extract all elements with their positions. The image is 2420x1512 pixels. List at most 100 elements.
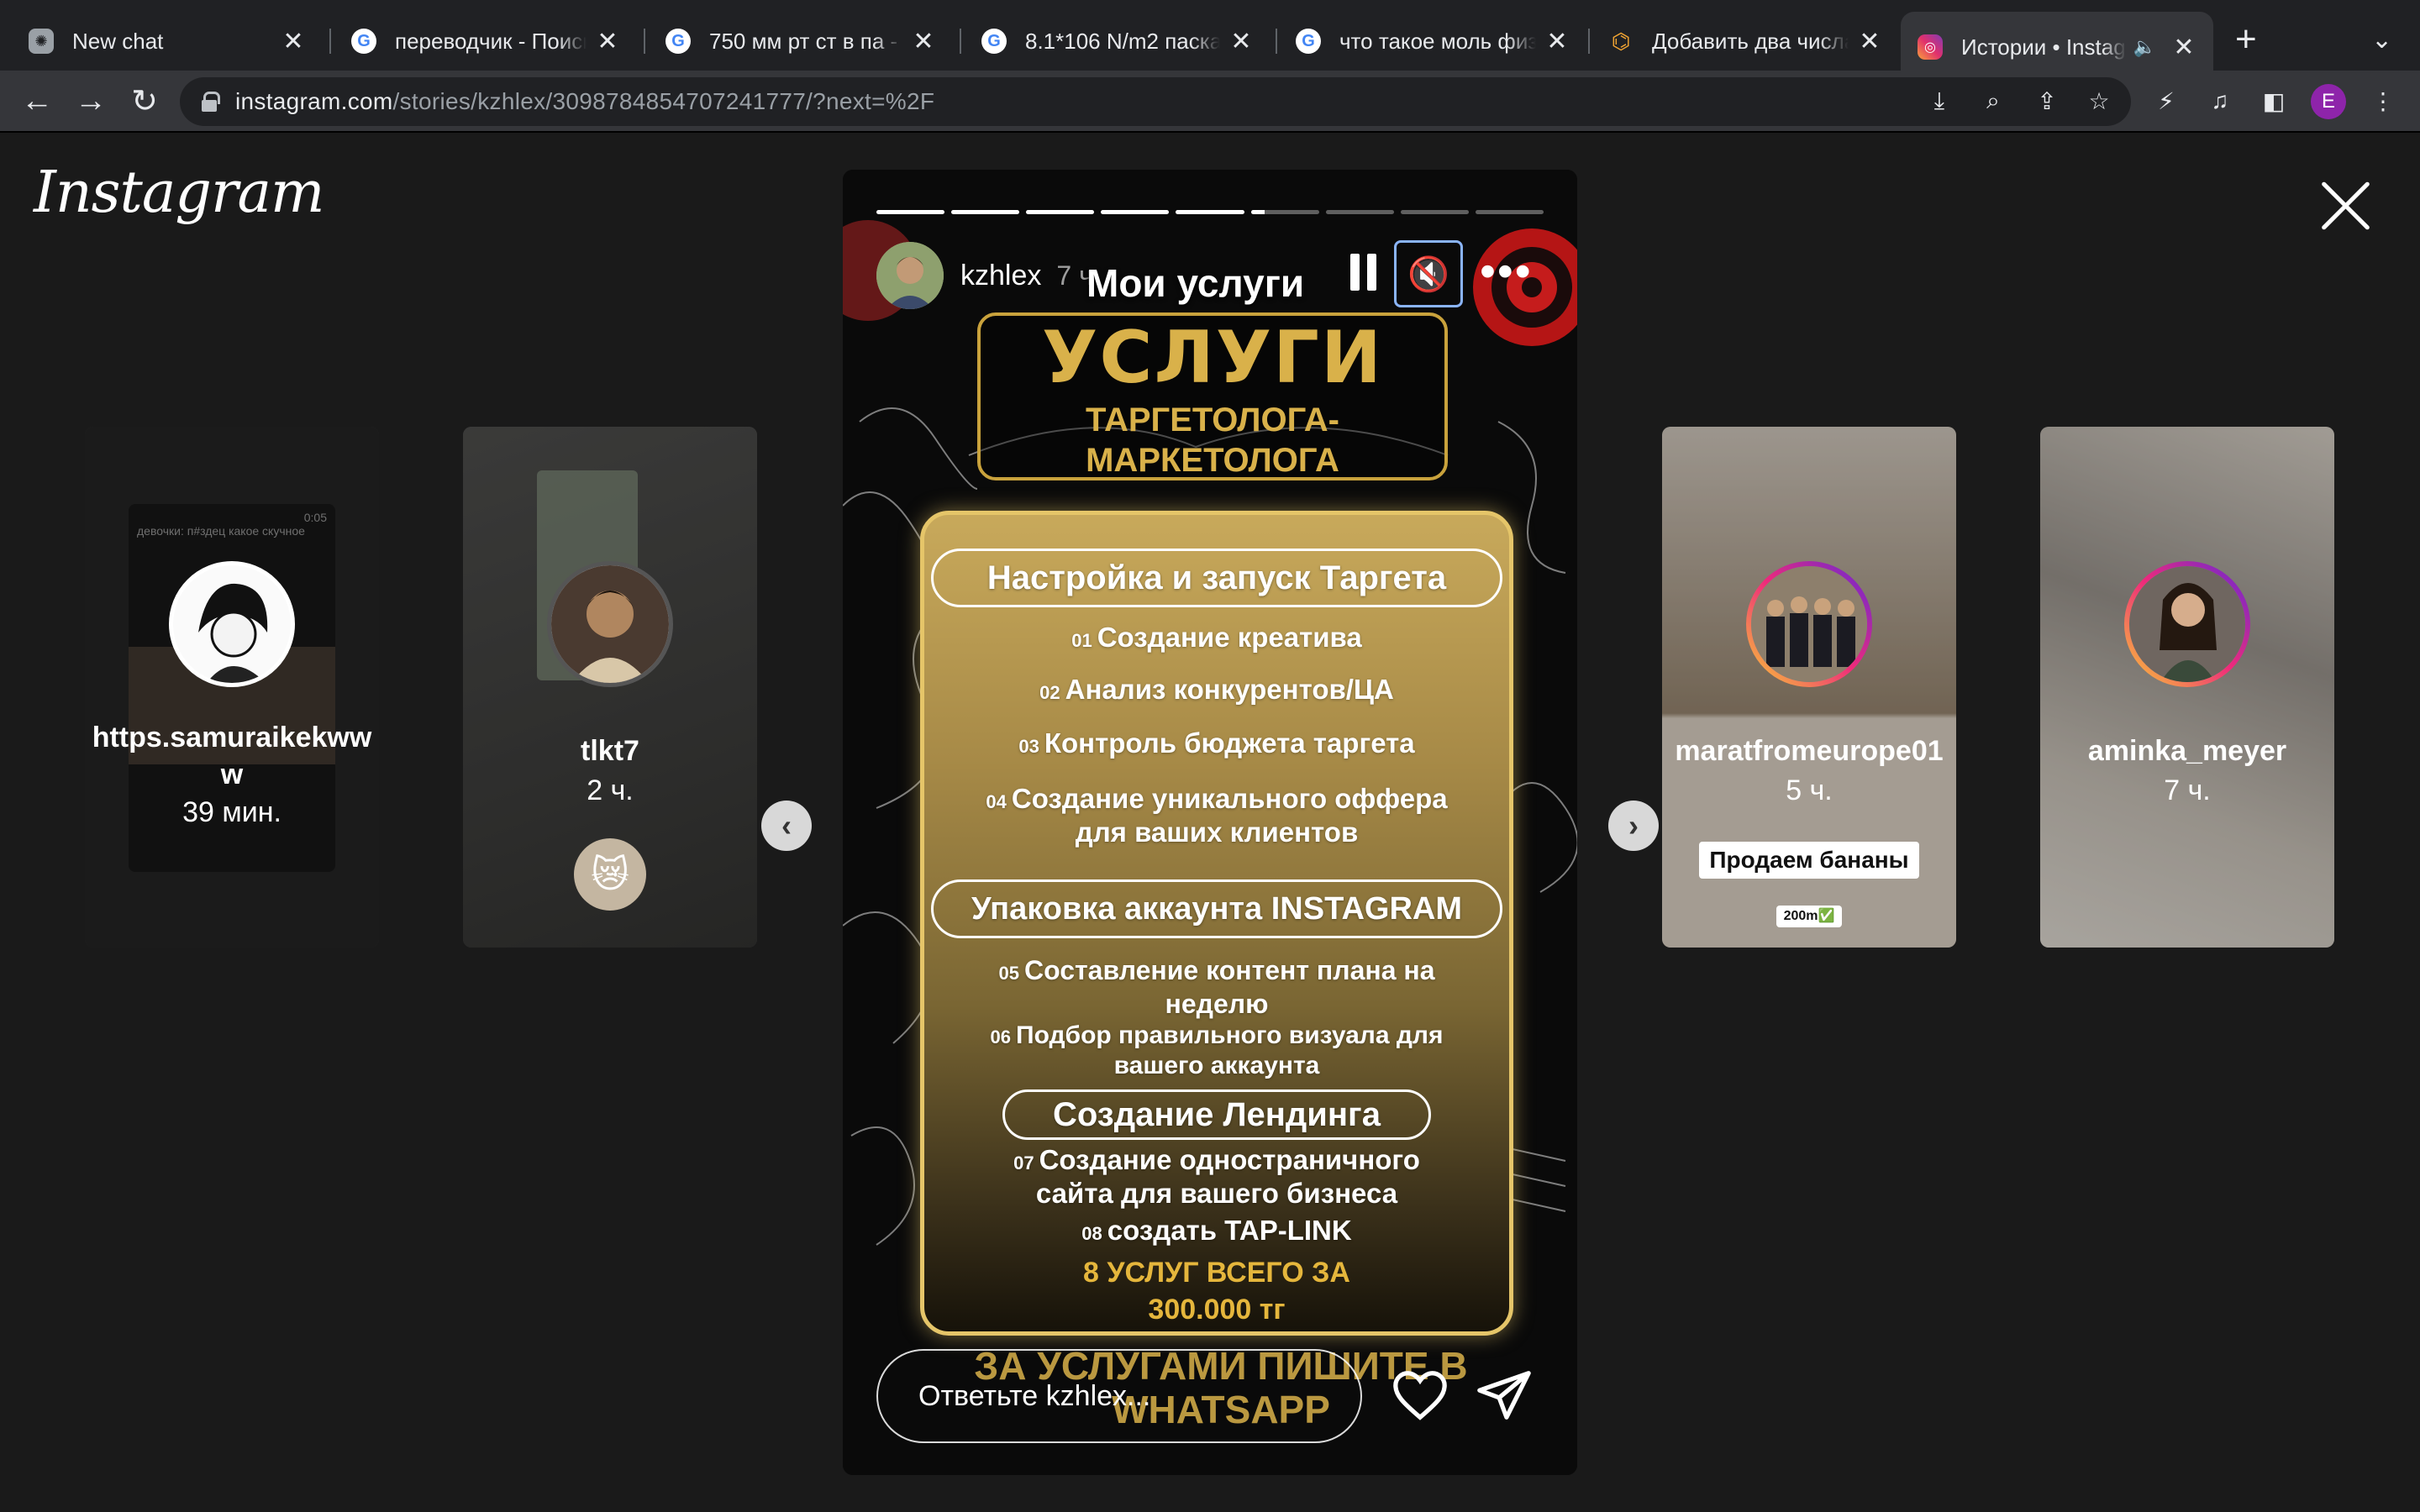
previous-story-chevron-icon[interactable]: ‹ [761, 801, 812, 851]
more-options-icon[interactable]: ••• [1480, 249, 1533, 294]
tab-separator [960, 29, 961, 54]
service-item: 02 Анализ конкурентов/ЦА [1039, 674, 1394, 705]
close-tab-icon[interactable]: ✕ [1228, 27, 1254, 56]
story-author-username[interactable]: kzhlex [960, 260, 1041, 292]
side-story-username: aminka_meyer [2087, 735, 2287, 767]
share-icon[interactable]: ⇪ [2028, 82, 2065, 119]
tab-mmhg-search[interactable]: G 750 мм рт ст в па - Г ✕ [649, 12, 953, 71]
bookmark-star-icon[interactable]: ☆ [2081, 82, 2118, 119]
progress-segment [876, 210, 945, 214]
yandex-icon: ⌬ [1611, 28, 1631, 54]
install-app-icon[interactable]: ⤓ [1921, 82, 1958, 119]
side-story-time: 39 мин. [182, 796, 281, 828]
group-photo-avatar [1751, 566, 1867, 682]
back-arrow-icon[interactable]: ← [13, 77, 60, 124]
tab-translator-search[interactable]: G переводчик - Поиск ✕ [334, 12, 637, 71]
side-story-time: 5 ч. [1786, 774, 1833, 806]
section-title-landing: Создание Лендинга [1002, 1089, 1431, 1140]
service-item-continued: вашего аккаунта [1113, 1052, 1320, 1079]
forward-arrow-icon[interactable]: → [67, 77, 114, 124]
instagram-logo[interactable]: Instagram [34, 160, 324, 226]
story-author-avatar[interactable] [876, 242, 944, 309]
side-story-card[interactable]: maratfromeurope01 5 ч. Продаем бананы 20… [1662, 427, 1956, 948]
reply-input[interactable]: Ответьте kzhlex... [876, 1349, 1362, 1443]
media-controls-icon[interactable]: ♫ [2202, 82, 2238, 119]
tab-new-chat[interactable]: ✺ New chat ✕ [12, 12, 323, 71]
progress-fill [951, 210, 1020, 214]
side-story-username: https.samuraikekwww [92, 722, 372, 790]
active-story[interactable]: kzhlex 7 ч Мои услуги 🔇 ••• УСЛУГИ ТАРГЕ… [843, 170, 1577, 1475]
author-photo [876, 242, 944, 309]
section-title-targeting: Настройка и запуск Таргета [931, 549, 1502, 607]
close-viewer-icon[interactable] [2316, 176, 2375, 235]
google-icon: G [351, 29, 376, 54]
headline-subtitle: ТАРГЕТОЛОГА- [1086, 402, 1339, 438]
story-overlay-title: Мои услуги [1086, 261, 1305, 305]
close-tab-icon[interactable]: ✕ [2171, 33, 2196, 62]
heart-icon[interactable] [1391, 1366, 1449, 1425]
new-tab-plus-icon[interactable]: + [2235, 18, 2257, 60]
progress-segment [1475, 210, 1544, 214]
side-panel-icon[interactable]: ◧ [2255, 82, 2292, 119]
section-title-account-packaging: Упаковка аккаунта INSTAGRAM [931, 879, 1502, 938]
profile-avatar[interactable]: E [2311, 84, 2346, 119]
url-text[interactable]: instagram.com/stories/kzhlex/30987848547… [235, 88, 934, 115]
close-tab-icon[interactable]: ✕ [1544, 27, 1570, 56]
instagram-icon: ◎ [1918, 34, 1943, 60]
progress-segment [1400, 210, 1469, 214]
side-story-card[interactable]: девочки: п#здец какое скучное 0:05 https… [85, 427, 379, 948]
anime-avatar-image [173, 565, 291, 683]
pause-icon[interactable] [1347, 254, 1381, 291]
progress-fill [876, 210, 945, 214]
tab-separator [1276, 29, 1277, 54]
close-tab-icon[interactable]: ✕ [595, 27, 620, 56]
browser-toolbar: ← → ↻ instagram.com/stories/kzhlex/30987… [0, 71, 2420, 133]
services-panel: Настройка и запуск Таргета 01 Создание кр… [920, 511, 1513, 1336]
tab-search-chevron-icon[interactable]: ⌄ [2371, 25, 2392, 55]
user-photo-avatar [551, 565, 669, 683]
card-shade [85, 427, 379, 948]
address-bar[interactable]: instagram.com/stories/kzhlex/30987848547… [180, 77, 2131, 126]
services-headline: УСЛУГИ ТАРГЕТОЛОГА- МАРКЕТОЛОГА [977, 312, 1448, 480]
side-story-username: maratfromeurope01 [1675, 735, 1944, 767]
send-paper-plane-icon[interactable] [1475, 1366, 1534, 1425]
side-story-card[interactable]: aminka_meyer 7 ч. [2040, 427, 2334, 948]
progress-fill [1250, 210, 1265, 214]
reload-icon[interactable]: ↻ [121, 77, 168, 124]
card-shade [2040, 427, 2334, 948]
browser-menu-icon[interactable]: ⋮ [2365, 82, 2402, 119]
service-item: 01 Создание креатива [1071, 622, 1362, 653]
story-text-sticker: Продаем бананы [1699, 842, 1919, 879]
service-item-continued: сайта для вашего бизнеса [1035, 1178, 1398, 1209]
avatar [1746, 561, 1872, 687]
tab-audio-speaker-icon[interactable]: 🔈 [2133, 36, 2156, 58]
close-tab-icon[interactable]: ✕ [1857, 27, 1882, 56]
service-item: 07 Создание одностраничного [1013, 1144, 1420, 1175]
google-icon: G [666, 29, 691, 54]
service-item: 04 Создание уникального оффера [986, 783, 1448, 814]
lock-icon[interactable] [202, 92, 220, 112]
next-story-chevron-icon[interactable]: › [1608, 801, 1659, 851]
headline-subtitle: МАРКЕТОЛОГА [1086, 442, 1339, 479]
side-story-username: tlkt7 [581, 735, 639, 767]
muted-speaker-icon[interactable]: 🔇 [1394, 240, 1463, 307]
service-item-continued: для ваших клиентов [1075, 816, 1359, 848]
tab-mole-search[interactable]: G что такое моль физи ✕ [1279, 12, 1586, 71]
headline-title: УСЛУГИ [1042, 316, 1383, 400]
progress-fill [1026, 210, 1095, 214]
promo-offer: 8 УСЛУГ ВСЕГО ЗА 300.000 тг [924, 1254, 1509, 1328]
promo-price: 300.000 тг [1148, 1294, 1286, 1326]
progress-segment [951, 210, 1020, 214]
zoom-icon[interactable]: ⌕ [1975, 82, 2012, 119]
tab-add-two-numbers[interactable]: ⌬ Добавить два числа ✕ [1591, 12, 1899, 71]
close-tab-icon[interactable]: ✕ [911, 27, 936, 56]
side-story-card[interactable]: tlkt7 2 ч. 😿 [463, 427, 757, 948]
tab-separator [329, 29, 331, 54]
tab-pascal-search[interactable]: G 8.1*106 N/m2 паскал ✕ [965, 12, 1270, 71]
progress-segment [1101, 210, 1170, 214]
service-item: 05 Составление контент плана на [998, 955, 1435, 985]
progress-segment [1325, 210, 1394, 214]
extension-icon[interactable]: ⚡ [2148, 82, 2185, 119]
close-tab-icon[interactable]: ✕ [281, 27, 306, 56]
google-icon: G [981, 29, 1007, 54]
